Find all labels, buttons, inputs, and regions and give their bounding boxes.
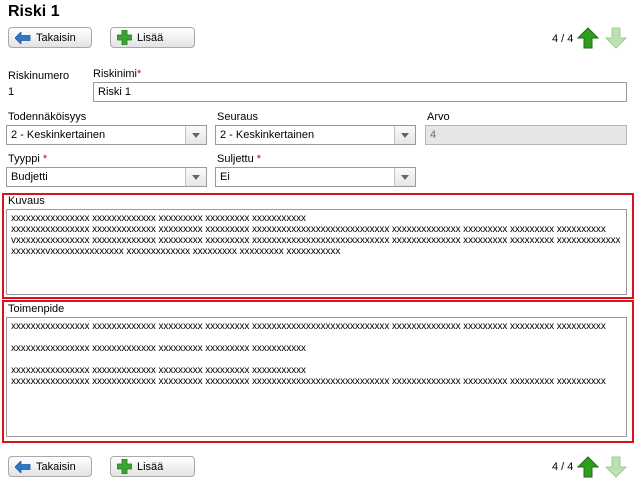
todennakoisyys-value: 2 - Keskinkertainen — [11, 129, 106, 141]
required-mark: * — [256, 153, 262, 165]
todennakoisyys-select[interactable]: 2 - Keskinkertainen — [6, 125, 207, 145]
pager-indicator-bottom: 4 / 4 — [552, 461, 574, 473]
arrow-up-icon[interactable] — [576, 27, 600, 52]
kuvaus-label: Kuvaus — [8, 195, 45, 207]
arrow-up-icon[interactable] — [576, 456, 600, 481]
seuraus-value: 2 - Keskinkertainen — [220, 129, 315, 141]
required-mark: * — [137, 68, 142, 80]
arrow-down-icon — [604, 27, 628, 52]
back-button-bottom[interactable]: Takaisin — [8, 456, 92, 477]
chevron-down-icon[interactable] — [185, 168, 206, 186]
arrow-down-icon — [604, 456, 628, 481]
back-button[interactable]: Takaisin — [8, 27, 92, 48]
pager-indicator: 4 / 4 — [552, 33, 574, 45]
back-button-label: Takaisin — [36, 460, 76, 473]
chevron-down-icon[interactable] — [185, 126, 206, 144]
page-title: Riski 1 — [8, 3, 60, 20]
toimenpide-textarea[interactable]: xxxxxxxxxxxxxxxx xxxxxxxxxxxxx xxxxxxxxx… — [6, 317, 627, 437]
add-button[interactable]: Lisää — [110, 27, 195, 48]
arrow-left-icon — [15, 460, 31, 473]
riskinimi-input[interactable]: Riski 1 — [93, 82, 627, 102]
required-mark: * — [42, 153, 48, 165]
suljettu-label: Suljettu * — [217, 153, 262, 165]
chevron-down-icon[interactable] — [394, 168, 415, 186]
riskinimi-label: Riskinimi* — [93, 68, 142, 80]
add-button-bottom[interactable]: Lisää — [110, 456, 195, 477]
back-button-label: Takaisin — [36, 31, 76, 44]
add-button-label: Lisää — [137, 31, 164, 44]
todennakoisyys-label: Todennäköisyys — [8, 111, 87, 123]
kuvaus-textarea[interactable]: xxxxxxxxxxxxxxxx xxxxxxxxxxxxx xxxxxxxxx… — [6, 209, 627, 295]
tyyppi-value: Budjetti — [11, 171, 48, 183]
add-button-label: Lisää — [137, 460, 164, 473]
arvo-input: 4 — [425, 125, 627, 145]
suljettu-value: Ei — [220, 171, 230, 183]
tyyppi-label: Tyyppi * — [8, 153, 48, 165]
plus-icon — [117, 459, 132, 474]
toimenpide-label: Toimenpide — [8, 303, 65, 315]
plus-icon — [117, 30, 132, 45]
seuraus-select[interactable]: 2 - Keskinkertainen — [215, 125, 416, 145]
seuraus-label: Seuraus — [217, 111, 258, 123]
chevron-down-icon[interactable] — [394, 126, 415, 144]
riskinumero-label: Riskinumero — [8, 70, 70, 82]
arrow-left-icon — [15, 31, 31, 44]
riskinumero-value: 1 — [8, 86, 15, 98]
tyyppi-select[interactable]: Budjetti — [6, 167, 207, 187]
arvo-label: Arvo — [427, 111, 450, 123]
suljettu-select[interactable]: Ei — [215, 167, 416, 187]
